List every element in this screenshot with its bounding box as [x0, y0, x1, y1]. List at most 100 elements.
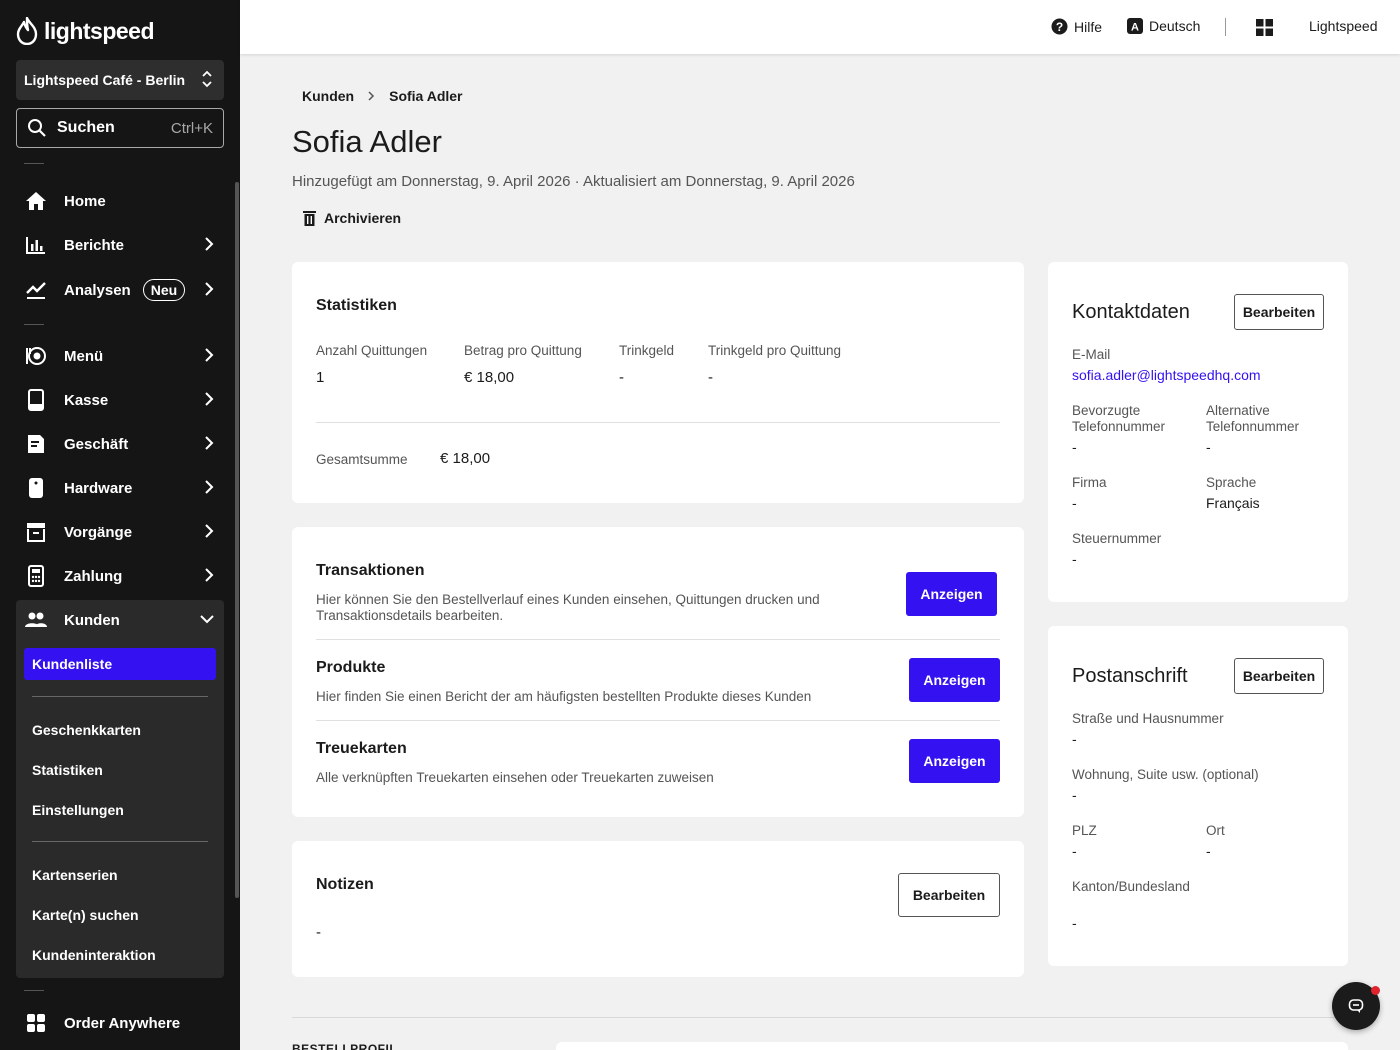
help-icon: ? [1051, 18, 1068, 35]
divider [316, 720, 1000, 721]
lightspeed-logo[interactable]: lightspeed [16, 16, 155, 46]
edit-address-button[interactable]: Bearbeiten [1234, 658, 1324, 694]
edit-notes-button[interactable]: Bearbeiten [898, 873, 1000, 917]
search-shortcut: Ctrl+K [170, 119, 213, 137]
logo-text: lightspeed [44, 17, 155, 44]
store-selector[interactable]: Lightspeed Café - Berlin [16, 60, 224, 100]
sidebar-item-label: Kunden [64, 611, 120, 629]
help-button[interactable]: ? Hilfe [1051, 18, 1102, 35]
sidebar-item-label: Order Anywhere [64, 1014, 181, 1032]
company-label: Firma [1072, 475, 1107, 490]
section-desc: Alle verknüpften Treuekarten einsehen od… [316, 770, 714, 785]
stat-label: Anzahl Quittungen [316, 343, 428, 358]
sidebar-subitem-einstellungen[interactable]: Einstellungen [32, 802, 124, 818]
search-icon [28, 119, 46, 137]
sidebar-item-label: Analysen [64, 281, 131, 299]
sidebar-item-label: Hardware [64, 479, 133, 497]
sidebar-subitem-statistiken[interactable]: Statistiken [32, 762, 103, 778]
sidebar-item-berichte[interactable]: Berichte [16, 225, 224, 265]
statistics-card: Statistiken Anzahl Quittungen 1 Betrag p… [292, 262, 1024, 503]
trend-chart-icon [24, 278, 48, 302]
state-label: Kanton/Bundesland [1072, 879, 1190, 894]
top-bar: ? Hilfe A Deutsch Lightspeed [240, 0, 1400, 54]
sidebar-subitem-geschenkkarten[interactable]: Geschenkkarten [32, 722, 141, 738]
breadcrumb: Kunden Sofia Adler [302, 88, 463, 104]
sidebar-item-label: Vorgänge [64, 523, 133, 541]
chevron-right-icon [368, 88, 375, 104]
archive-button[interactable]: Archivieren [303, 210, 401, 226]
sidebar-item-menu[interactable]: Menü [16, 336, 224, 376]
divider [24, 163, 44, 164]
kunden-submenu: Kunden Kundenliste Geschenkkarten Statis… [16, 600, 224, 978]
sidebar-subitem-karten-suchen[interactable]: Karte(n) suchen [32, 907, 139, 923]
sidebar-scrollbar[interactable] [235, 182, 239, 898]
breadcrumb-link-kunden[interactable]: Kunden [302, 88, 354, 104]
sidebar-item-kasse[interactable]: Kasse [16, 380, 224, 420]
chevron-right-icon [205, 480, 214, 494]
divider [316, 422, 1000, 423]
total-label: Gesamtsumme [316, 452, 408, 467]
new-badge: Neu [142, 279, 186, 301]
chat-icon [1348, 999, 1364, 1013]
calculator-icon [24, 564, 48, 588]
stat-value: 1 [316, 369, 325, 386]
sidebar-item-order-anywhere[interactable]: Order Anywhere [16, 1003, 224, 1043]
archive-box-icon [24, 520, 48, 544]
chevron-right-icon [205, 237, 214, 251]
archive-label: Archivieren [324, 210, 402, 226]
email-label: E-Mail [1072, 347, 1111, 362]
apps-grid-button[interactable] [1256, 19, 1273, 36]
sidebar-item-vorgaenge[interactable]: Vorgänge [16, 512, 224, 552]
sidebar-item-analysen[interactable]: Analysen Neu [16, 270, 224, 310]
address-title: Postanschrift [1072, 665, 1188, 687]
sidebar-subitem-kundenliste[interactable]: Kundenliste [24, 648, 216, 680]
alt-phone-label: Alternative Telefonnummer [1206, 403, 1300, 434]
sidebar-item-label: Menü [64, 347, 104, 365]
apps-grid-icon [1256, 19, 1273, 36]
sidebar-item-zahlung[interactable]: Zahlung [16, 556, 224, 596]
search-input[interactable]: Suchen Ctrl+K [16, 108, 224, 148]
stat-value: € 18,00 [464, 369, 515, 386]
divider [316, 639, 1000, 640]
sidebar-item-label: Berichte [64, 236, 125, 254]
users-icon [24, 608, 48, 632]
view-loyalty-cards-button[interactable]: Anzeigen [909, 739, 1000, 783]
stat-label: Betrag pro Quittung [464, 343, 582, 358]
svg-text:?: ? [1056, 20, 1063, 34]
bar-chart-icon [24, 233, 48, 257]
divider [24, 990, 44, 991]
account-menu[interactable]: Lightspeed [1309, 18, 1378, 34]
language-button[interactable]: A Deutsch [1127, 18, 1200, 34]
tax-number-value: - [1072, 551, 1077, 567]
state-value: - [1072, 915, 1077, 931]
page-title: Sofia Adler [292, 124, 442, 159]
phone-value: - [1072, 439, 1077, 455]
chevron-right-icon [205, 348, 214, 362]
svg-text:A: A [1131, 22, 1139, 34]
section-title-produkte: Produkte [316, 659, 386, 676]
sidebar-item-geschaeft[interactable]: Geschäft [16, 424, 224, 464]
apartment-label: Wohnung, Suite usw. (optional) [1072, 767, 1259, 782]
breadcrumb-current: Sofia Adler [389, 88, 463, 104]
sidebar-subitem-kartenserien[interactable]: Kartenserien [32, 867, 118, 883]
language-value: Français [1206, 495, 1260, 511]
page-subtitle: Hinzugefügt am Donnerstag, 9. April 2026… [292, 173, 855, 190]
trash-icon [303, 211, 316, 226]
sidebar-item-home[interactable]: Home [16, 181, 224, 221]
device-icon [24, 476, 48, 500]
language-field-label: Sprache [1206, 475, 1257, 490]
sidebar-item-kunden[interactable]: Kunden [16, 600, 224, 640]
city-value: - [1206, 843, 1211, 859]
sidebar-item-hardware[interactable]: Hardware [16, 468, 224, 508]
view-transactions-button[interactable]: Anzeigen [906, 572, 997, 616]
order-profile-heading: BESTELLPROFIL [292, 1042, 398, 1050]
sidebar-subitem-kundeninteraktion[interactable]: Kundeninteraktion [32, 947, 156, 963]
chevron-right-icon [205, 282, 214, 296]
edit-contact-button[interactable]: Bearbeiten [1234, 294, 1324, 330]
account-label: Lightspeed [1309, 18, 1378, 34]
stat-label: Trinkgeld pro Quittung [708, 343, 842, 358]
chevron-down-icon [200, 615, 214, 624]
divider [32, 841, 208, 842]
email-link[interactable]: sofia.adler@lightspeedhq.com [1072, 367, 1261, 383]
view-products-button[interactable]: Anzeigen [909, 658, 1000, 702]
